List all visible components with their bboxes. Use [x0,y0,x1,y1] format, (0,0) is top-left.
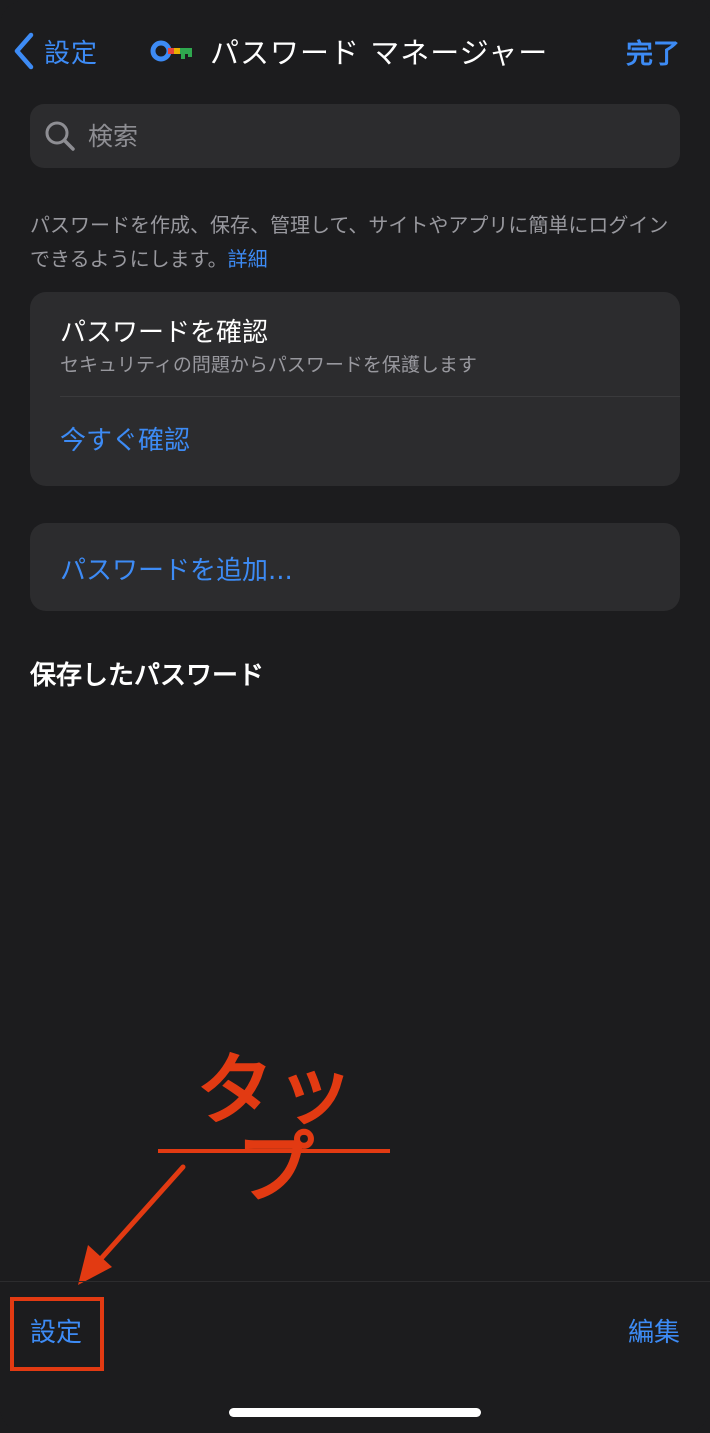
nav-title-group: パスワード マネージャー [150,28,548,74]
password-manager-screen: 設定 パスワード マネージャー 完了 パスワードを作成、保存、管理して、サイトや… [0,0,710,1433]
toolbar-divider [0,1281,710,1282]
back-button[interactable]: 設定 [12,28,98,74]
check-passwords-subtitle: セキュリティの問題からパスワードを保護します [60,354,477,376]
add-password-button[interactable]: パスワードを追加... [30,523,680,611]
annotation-underline [158,1149,390,1153]
search-icon [45,121,75,151]
search-input[interactable] [86,120,650,152]
check-passwords-card: パスワードを確認 セキュリティの問題からパスワードを保護します 今すぐ確認 [30,292,680,486]
done-button[interactable]: 完了 [626,28,680,74]
settings-button[interactable]: 設定 [30,1312,82,1349]
description-text: パスワードを作成、保存、管理して、サイトやアプリに簡単にログインできるようにしま… [30,213,669,271]
details-link[interactable]: 詳細 [228,247,268,271]
check-passwords-title: パスワードを確認 [60,318,269,348]
description: パスワードを作成、保存、管理して、サイトやアプリに簡単にログインできるようにしま… [30,208,685,276]
back-button-label: 設定 [44,38,99,69]
card-divider [60,396,680,397]
page-title: パスワード マネージャー [210,36,549,70]
key-icon [150,40,192,62]
chevron-left-icon [14,32,34,70]
saved-passwords-heading: 保存したパスワード [30,661,265,691]
edit-button[interactable]: 編集 [628,1312,680,1349]
annotation-tap-text: タップ [195,1046,356,1214]
home-indicator[interactable] [229,1408,481,1417]
add-password-label: パスワードを追加... [60,556,293,586]
check-now-button[interactable]: 今すぐ確認 [60,420,190,457]
search-bar[interactable] [30,104,680,168]
